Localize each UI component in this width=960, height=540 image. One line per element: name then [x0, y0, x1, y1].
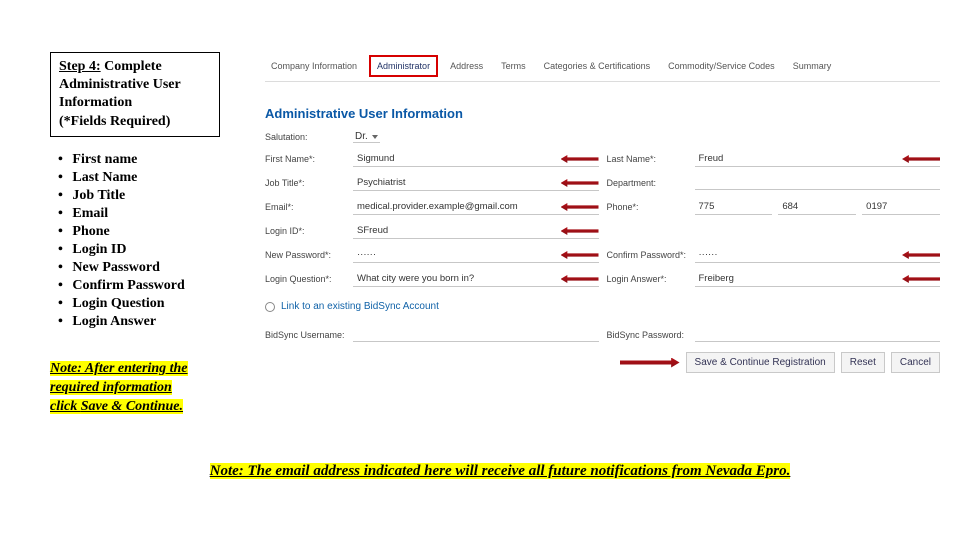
salutation-label: Salutation: [265, 132, 345, 142]
reset-button[interactable]: Reset [841, 352, 885, 373]
note1-l1: Note: After entering the [50, 361, 188, 376]
arrow-icon [902, 275, 940, 283]
tab-address[interactable]: Address [444, 57, 489, 75]
step-prefix: Step 4: [59, 59, 101, 74]
phone-a[interactable]: 775 [695, 199, 773, 215]
salutation-value: Dr. [355, 131, 368, 142]
field-bullet-list: First name Last Name Job Title Email Pho… [60, 150, 240, 332]
phone-field[interactable]: 775 684 0197 [695, 199, 941, 215]
last-name-label: Last Name*: [607, 154, 687, 164]
bullet: Email [60, 206, 240, 222]
department-label: Department: [607, 178, 687, 188]
first-name-field[interactable]: Sigmund [353, 151, 599, 167]
section-title: Administrative User Information [265, 106, 940, 121]
admin-user-form: Salutation: Dr. First Name*: Sigmund Las… [265, 131, 940, 342]
job-title-label: Job Title*: [265, 178, 345, 188]
login-question-label: Login Question*: [265, 274, 345, 284]
bidsync-link-text: Link to an existing BidSync Account [281, 301, 439, 312]
first-name-label: First Name*: [265, 154, 345, 164]
button-row: Save & Continue Registration Reset Cance… [265, 352, 940, 373]
login-answer-label: Login Answer*: [607, 274, 687, 284]
confirm-password-label: Confirm Password*: [607, 250, 687, 260]
bullet: Login Answer [60, 314, 240, 330]
note2-text: Note: The email address indicated here w… [210, 463, 791, 479]
login-question-field[interactable]: What city were you born in? [353, 271, 599, 287]
new-password-label: New Password*: [265, 250, 345, 260]
arrow-icon [561, 275, 599, 283]
last-name-field[interactable]: Freud [695, 151, 941, 167]
bullet: Phone [60, 224, 240, 240]
bullet: Login ID [60, 242, 240, 258]
note-save-continue: Note: After entering the required inform… [50, 360, 250, 417]
step-line4: (*Fields Required) [59, 114, 170, 129]
arrow-icon [561, 203, 599, 211]
bidsync-password-field[interactable] [695, 328, 941, 342]
login-id-label: Login ID*: [265, 226, 345, 236]
email-field[interactable]: medical.provider.example@gmail.com [353, 199, 599, 215]
bullet: New Password [60, 260, 240, 276]
salutation-field[interactable]: Dr. [353, 131, 599, 143]
save-continue-button[interactable]: Save & Continue Registration [686, 352, 835, 373]
bullet: Login Question [60, 296, 240, 312]
confirm-password-field[interactable]: ······ [695, 247, 941, 263]
cancel-button[interactable]: Cancel [891, 352, 940, 373]
chevron-down-icon [372, 135, 378, 139]
arrow-icon [561, 155, 599, 163]
bullet: Confirm Password [60, 278, 240, 294]
bidsync-username-field[interactable] [353, 328, 599, 342]
note1-l3a: click [50, 399, 81, 414]
arrow-icon [902, 251, 940, 259]
radio-icon[interactable] [265, 302, 275, 312]
tab-commodity[interactable]: Commodity/Service Codes [662, 57, 781, 75]
step-line3: Information [59, 95, 132, 110]
bullet: First name [60, 152, 240, 168]
bullet: Job Title [60, 188, 240, 204]
tab-terms[interactable]: Terms [495, 57, 532, 75]
bidsync-username-label: BidSync Username: [265, 330, 345, 340]
new-password-field[interactable]: ······ [353, 247, 599, 263]
job-title-field[interactable]: Psychiatrist [353, 175, 599, 191]
admin-user-panel: Company Information Administrator Addres… [265, 55, 940, 373]
phone-b[interactable]: 684 [778, 199, 856, 215]
step-line1: Complete [101, 59, 162, 74]
arrow-icon [561, 227, 599, 235]
step-heading-box: Step 4: Complete Administrative User Inf… [50, 52, 220, 137]
bidsync-password-label: BidSync Password: [607, 330, 687, 340]
tab-summary[interactable]: Summary [787, 57, 838, 75]
tab-administrator[interactable]: Administrator [369, 55, 438, 77]
arrow-icon [561, 179, 599, 187]
breadcrumb: Company Information Administrator Addres… [265, 55, 940, 82]
bidsync-link-row[interactable]: Link to an existing BidSync Account [265, 301, 940, 312]
arrow-icon [561, 251, 599, 259]
note1-l2: required information [50, 380, 172, 395]
arrow-icon [902, 155, 940, 163]
note1-l3b: Save & Continue. [81, 399, 183, 414]
tab-company-info[interactable]: Company Information [265, 57, 363, 75]
login-answer-field[interactable]: Freiberg [695, 271, 941, 287]
login-id-field[interactable]: SFreud [353, 223, 599, 239]
note-email-notifications: Note: The email address indicated here w… [90, 463, 910, 480]
phone-label: Phone*: [607, 202, 687, 212]
tab-categories[interactable]: Categories & Certifications [538, 57, 657, 75]
phone-c[interactable]: 0197 [862, 199, 940, 215]
arrow-right-icon [620, 358, 680, 368]
email-label: Email*: [265, 202, 345, 212]
step-line2: Administrative User [59, 77, 181, 92]
bullet: Last Name [60, 170, 240, 186]
department-field[interactable] [695, 176, 941, 190]
